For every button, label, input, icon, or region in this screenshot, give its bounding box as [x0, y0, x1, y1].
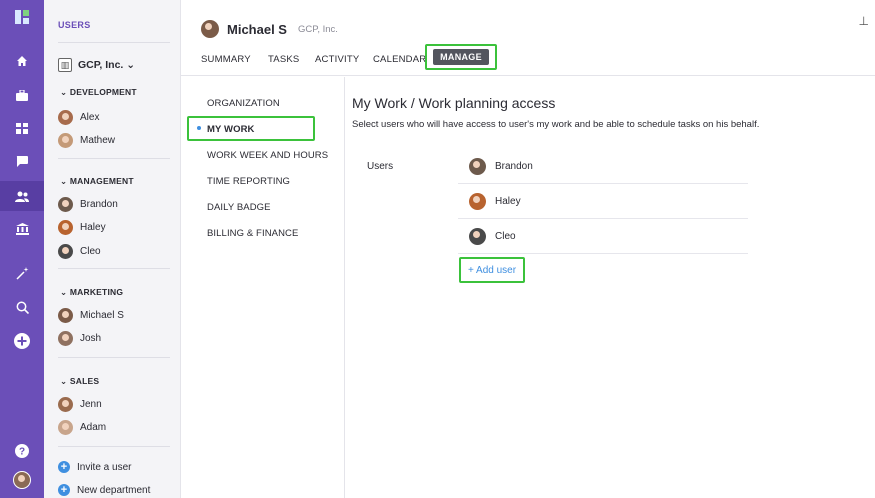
avatar — [469, 192, 486, 210]
user-name: Haley — [80, 222, 106, 233]
avatar — [58, 220, 73, 235]
work-planning-access-panel: My Work / Work planning access Select us… — [345, 77, 875, 498]
avatar — [58, 331, 73, 346]
page-description: Select users who will have access to use… — [352, 119, 760, 130]
avatar — [58, 133, 73, 148]
user-header: Michael S GCP, Inc. ⊥ SUMMARY TASKS ACTI… — [181, 0, 875, 76]
building-icon: ▥ — [58, 58, 72, 72]
tab-manage[interactable]: MANAGE — [433, 49, 489, 65]
logo-icon[interactable] — [0, 2, 44, 32]
user-name-title: Michael S — [227, 21, 287, 37]
avatar — [58, 397, 73, 412]
add-user-highlight: + Add user — [459, 257, 525, 283]
tab-tasks[interactable]: TASKS — [268, 54, 299, 65]
avatar — [58, 244, 73, 259]
home-icon[interactable] — [0, 46, 44, 76]
search-icon[interactable] — [0, 292, 44, 322]
access-user-name: Brandon — [495, 160, 533, 172]
user-name: Jenn — [80, 399, 102, 410]
user-avatar — [201, 20, 219, 38]
sidebar-user-jenn[interactable]: Jenn — [58, 397, 102, 412]
pin-icon[interactable]: ⊥ — [859, 14, 869, 28]
tab-summary[interactable]: SUMMARY — [201, 54, 251, 65]
sidebar-user-haley[interactable]: Haley — [58, 220, 106, 235]
plus-circle-icon: + — [58, 484, 70, 496]
nav-my-work[interactable]: MY WORK — [207, 124, 255, 135]
group-development[interactable]: ⌄ DEVELOPMENT — [60, 87, 137, 98]
add-user-button[interactable]: + Add user — [468, 265, 516, 276]
magic-wand-icon[interactable] — [0, 258, 44, 288]
dashboard-icon[interactable] — [0, 113, 44, 143]
help-icon[interactable]: ? — [0, 436, 44, 466]
divider — [58, 42, 170, 43]
tab-calendar[interactable]: CALENDAR — [373, 54, 426, 65]
briefcase-icon[interactable] — [0, 80, 44, 110]
sidebar-user-michael-s[interactable]: Michael S — [58, 308, 124, 323]
user-name: Brandon — [80, 199, 118, 210]
invite-label: Invite a user — [77, 461, 132, 473]
list-item[interactable]: Haley — [458, 184, 748, 219]
bank-icon[interactable] — [0, 214, 44, 244]
page-title: My Work / Work planning access — [352, 95, 556, 111]
avatar — [58, 197, 73, 212]
divider — [58, 357, 170, 358]
chat-icon[interactable] — [0, 146, 44, 176]
access-user-name: Haley — [495, 195, 521, 207]
user-name: Josh — [80, 333, 102, 344]
manage-nav: ORGANIZATION MY WORK WORK WEEK AND HOURS… — [181, 77, 345, 498]
avatar — [58, 308, 73, 323]
nav-time-reporting[interactable]: TIME REPORTING — [207, 176, 290, 187]
sidebar-user-brandon[interactable]: Brandon — [58, 197, 118, 212]
users-sidebar: USERS ▥ GCP, Inc. ⌄ ⌄ DEVELOPMENT Alex M… — [44, 0, 181, 498]
icon-rail: ? — [0, 0, 44, 498]
sidebar-user-cleo[interactable]: Cleo — [58, 244, 101, 259]
add-icon[interactable] — [0, 326, 44, 356]
sidebar-user-mathew[interactable]: Mathew — [58, 133, 115, 148]
org-name: GCP, Inc. ⌄ — [78, 59, 136, 71]
svg-text:?: ? — [19, 447, 25, 458]
user-name: Mathew — [80, 135, 116, 146]
sidebar-user-josh[interactable]: Josh — [58, 331, 101, 346]
divider — [58, 446, 170, 447]
users-icon[interactable] — [0, 181, 44, 211]
users-label: Users — [367, 161, 394, 172]
tab-manage-highlight: MANAGE — [425, 44, 497, 70]
list-item[interactable]: Cleo — [458, 219, 748, 254]
avatar — [469, 227, 486, 245]
divider — [58, 158, 170, 159]
user-name: Michael S — [80, 310, 124, 321]
user-name: Cleo — [80, 246, 101, 257]
access-user-name: Cleo — [495, 230, 516, 242]
invite-user-button[interactable]: + Invite a user — [58, 461, 131, 473]
tab-activity[interactable]: ACTIVITY — [315, 54, 359, 65]
user-name: Adam — [80, 422, 107, 433]
group-marketing[interactable]: ⌄ MARKETING — [60, 287, 123, 298]
plus-circle-icon: + — [58, 461, 70, 473]
new-department-label: New department — [77, 484, 151, 496]
nav-work-week-and-hours[interactable]: WORK WEEK AND HOURS — [207, 150, 328, 161]
avatar — [469, 157, 486, 175]
user-heading: Michael S GCP, Inc. — [201, 20, 338, 38]
nav-organization[interactable]: ORGANIZATION — [207, 98, 280, 109]
user-name: Alex — [80, 112, 100, 123]
nav-daily-badge[interactable]: DAILY BADGE — [207, 202, 271, 213]
sidebar-user-adam[interactable]: Adam — [58, 420, 106, 435]
active-indicator — [197, 126, 201, 130]
user-company: GCP, Inc. — [297, 23, 338, 35]
list-item[interactable]: Brandon — [458, 149, 748, 184]
avatar — [58, 420, 73, 435]
group-management[interactable]: ⌄ MANAGEMENT — [60, 176, 134, 187]
sidebar-title: USERS — [58, 20, 91, 30]
new-department-button[interactable]: + New department — [58, 484, 150, 496]
avatar — [58, 110, 73, 125]
divider — [58, 268, 170, 269]
sidebar-user-alex[interactable]: Alex — [58, 110, 99, 125]
org-selector[interactable]: ▥ GCP, Inc. ⌄ — [58, 58, 135, 72]
profile-avatar[interactable] — [0, 465, 44, 495]
group-sales[interactable]: ⌄ SALES — [60, 376, 99, 387]
nav-billing-finance[interactable]: BILLING & FINANCE — [207, 228, 298, 239]
